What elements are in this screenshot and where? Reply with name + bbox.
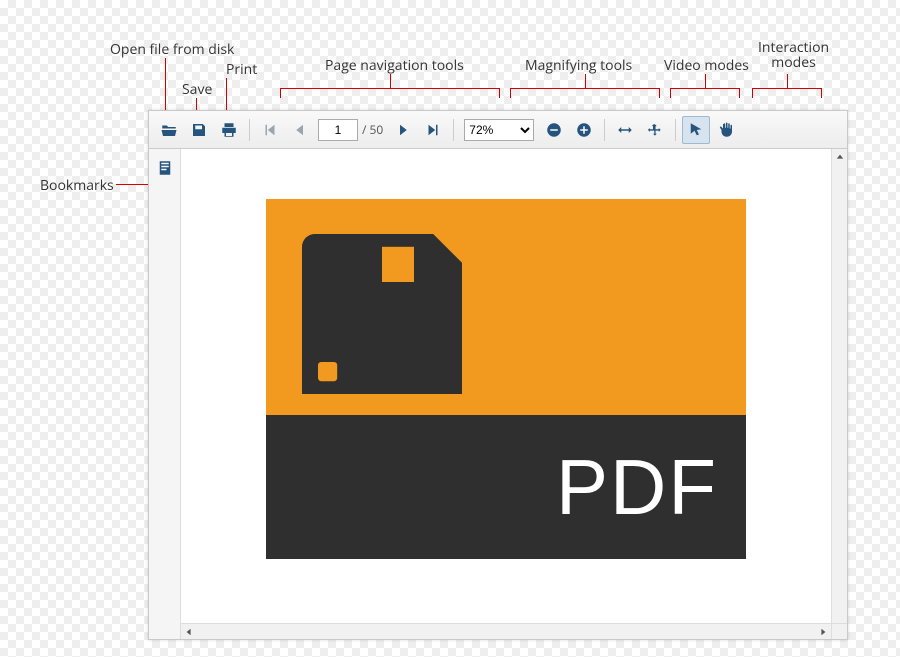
zoom-in-button[interactable] — [570, 116, 598, 144]
annotation-line — [787, 74, 788, 88]
chevron-right-icon — [819, 628, 827, 636]
toolbar-separator — [675, 119, 676, 141]
fit-width-icon — [616, 121, 634, 139]
annotation-line — [705, 74, 706, 88]
annotation-bookmarks: Bookmarks — [40, 176, 114, 195]
page-footer-band: PDF — [266, 415, 746, 559]
annotation-video-modes: Video modes — [664, 56, 749, 75]
hand-mode-button[interactable] — [712, 116, 740, 144]
annotation-save: Save — [182, 80, 212, 99]
annotation-interaction-modes: Interaction modes — [758, 40, 829, 71]
annotation-line — [585, 74, 586, 88]
first-page-button[interactable] — [256, 116, 284, 144]
bookmarks-icon — [156, 159, 174, 177]
annotation-line — [226, 78, 227, 112]
open-file-button[interactable] — [155, 116, 183, 144]
prev-page-button[interactable] — [286, 116, 314, 144]
bookmarks-button[interactable] — [152, 155, 178, 181]
document-title-text: PDF — [556, 442, 718, 533]
print-button[interactable] — [215, 116, 243, 144]
page-total-label: / 50 — [362, 121, 383, 138]
annotation-brace — [280, 88, 500, 98]
last-page-icon — [424, 121, 442, 139]
folder-open-icon — [160, 121, 178, 139]
toolbar-separator — [249, 119, 250, 141]
annotation-navigation: Page navigation tools — [325, 56, 464, 75]
horizontal-scrollbar[interactable] — [181, 623, 831, 639]
zoom-select[interactable]: 72% — [464, 119, 534, 141]
chevron-left-icon — [185, 628, 193, 636]
page-header-band — [266, 199, 746, 415]
print-icon — [220, 121, 238, 139]
next-page-icon — [394, 121, 412, 139]
annotation-print: Print — [226, 60, 257, 79]
fit-page-button[interactable] — [641, 116, 669, 144]
annotation-brace — [510, 88, 660, 98]
scroll-corner — [831, 623, 847, 639]
vertical-scrollbar[interactable] — [831, 149, 847, 623]
prev-page-icon — [291, 121, 309, 139]
page-viewport[interactable]: PDF — [181, 149, 831, 623]
sidebar — [149, 149, 181, 639]
toolbar-separator — [604, 119, 605, 141]
zoom-out-button[interactable] — [540, 116, 568, 144]
fit-width-button[interactable] — [611, 116, 639, 144]
annotation-open-file: Open file from disk — [110, 40, 234, 59]
scroll-right-button[interactable] — [815, 624, 831, 639]
last-page-button[interactable] — [419, 116, 447, 144]
annotation-line — [390, 74, 391, 88]
annotation-line — [165, 58, 166, 112]
annotation-brace — [752, 88, 822, 98]
minus-circle-icon — [545, 121, 563, 139]
cursor-icon — [687, 121, 705, 139]
page-number-input[interactable] — [318, 119, 358, 141]
annotation-brace — [670, 88, 740, 98]
page-canvas: PDF — [181, 149, 847, 639]
document-page: PDF — [266, 199, 746, 559]
first-page-icon — [261, 121, 279, 139]
save-icon — [190, 121, 208, 139]
toolbar: / 50 72% — [149, 111, 847, 149]
plus-circle-icon — [575, 121, 593, 139]
content-area: PDF — [149, 149, 847, 639]
annotation-magnify: Magnifying tools — [525, 56, 632, 75]
scroll-left-button[interactable] — [181, 624, 197, 639]
toolbar-separator — [453, 119, 454, 141]
save-button[interactable] — [185, 116, 213, 144]
fit-page-icon — [646, 121, 664, 139]
hand-icon — [717, 121, 735, 139]
pdf-viewer-window: / 50 72% — [148, 110, 848, 640]
floppy-disk-icon — [302, 229, 462, 399]
scroll-up-button[interactable] — [832, 149, 847, 165]
chevron-up-icon — [836, 153, 844, 161]
next-page-button[interactable] — [389, 116, 417, 144]
pointer-mode-button[interactable] — [682, 116, 710, 144]
